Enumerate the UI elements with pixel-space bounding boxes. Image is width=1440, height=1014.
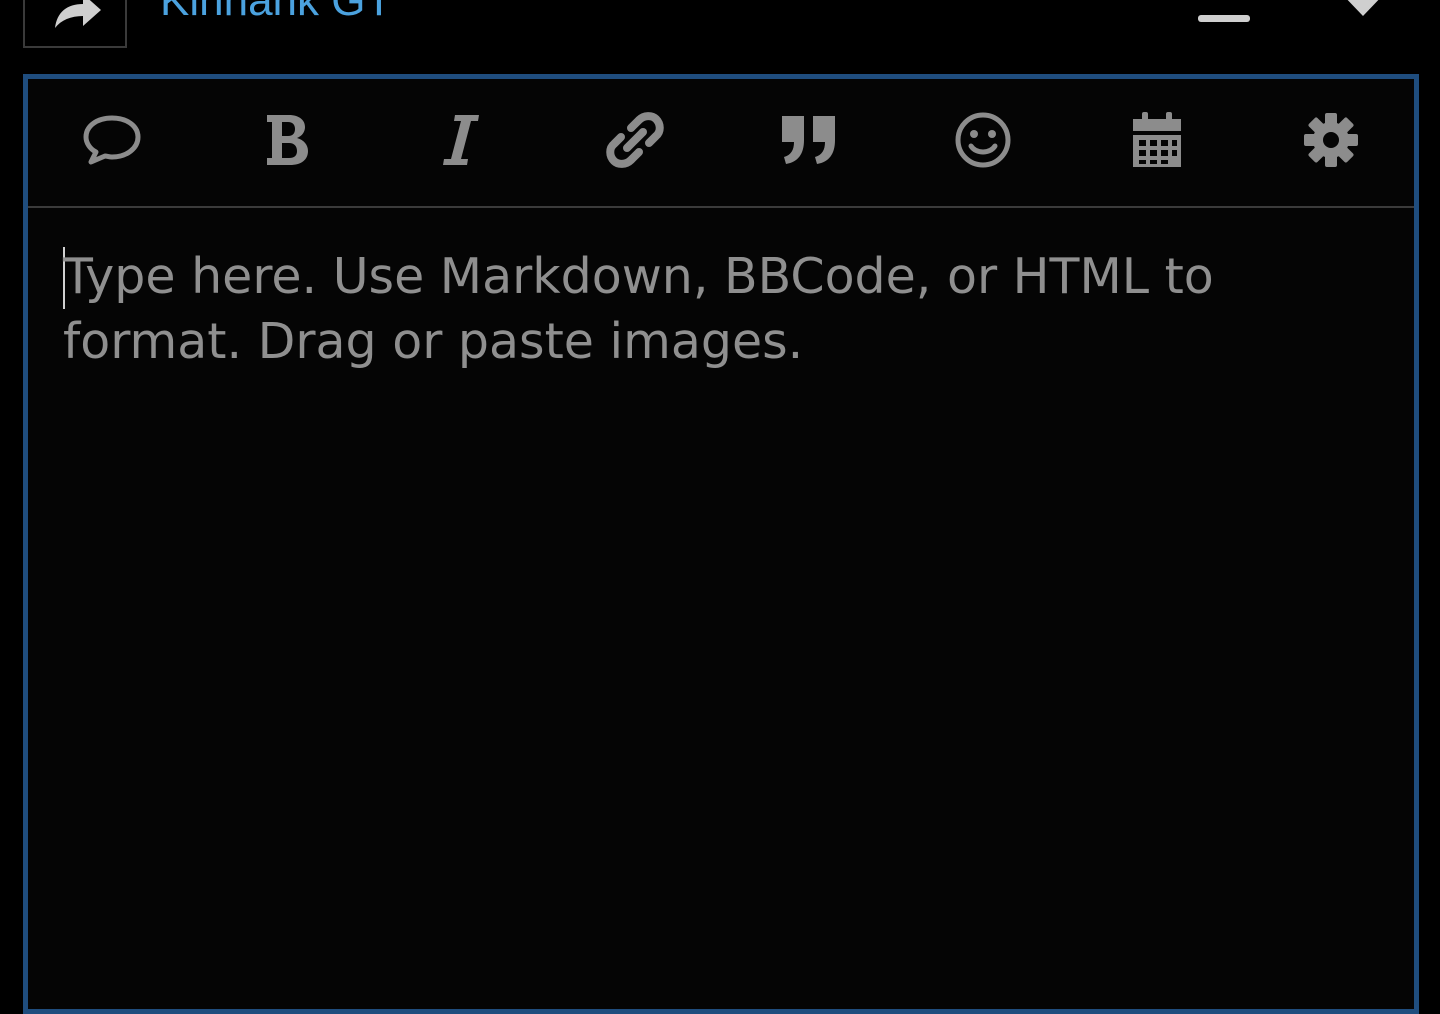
speech-bubble-icon <box>83 115 141 165</box>
top-bar: Kinhank GT <box>0 0 1440 60</box>
quote-icon <box>782 116 835 164</box>
bold-button[interactable] <box>252 105 322 175</box>
composer-textarea-placeholder[interactable]: Type here. Use Markdown, BBCode, or HTML… <box>63 244 1363 374</box>
hamburger-menu-icon[interactable] <box>1198 0 1250 24</box>
link-button[interactable] <box>600 105 670 175</box>
composer-editor[interactable]: Type here. Use Markdown, BBCode, or HTML… <box>23 74 1419 1014</box>
bell-icon[interactable] <box>1338 0 1388 18</box>
comment-button[interactable] <box>77 105 147 175</box>
emoji-button[interactable] <box>948 105 1018 175</box>
topic-title[interactable]: Kinhank GT <box>160 0 392 26</box>
options-button[interactable] <box>1296 105 1366 175</box>
quote-button[interactable] <box>774 105 844 175</box>
italic-button[interactable] <box>426 105 496 175</box>
gear-icon <box>1304 113 1358 167</box>
calendar-icon <box>1133 112 1181 167</box>
link-icon <box>606 112 664 168</box>
italic-icon <box>443 115 479 165</box>
reply-arrow-icon <box>55 0 101 28</box>
bold-icon <box>267 115 308 165</box>
date-button[interactable] <box>1122 105 1192 175</box>
editor-toolbar <box>28 79 1414 208</box>
reply-button[interactable] <box>23 0 127 48</box>
smiley-icon <box>955 112 1011 168</box>
